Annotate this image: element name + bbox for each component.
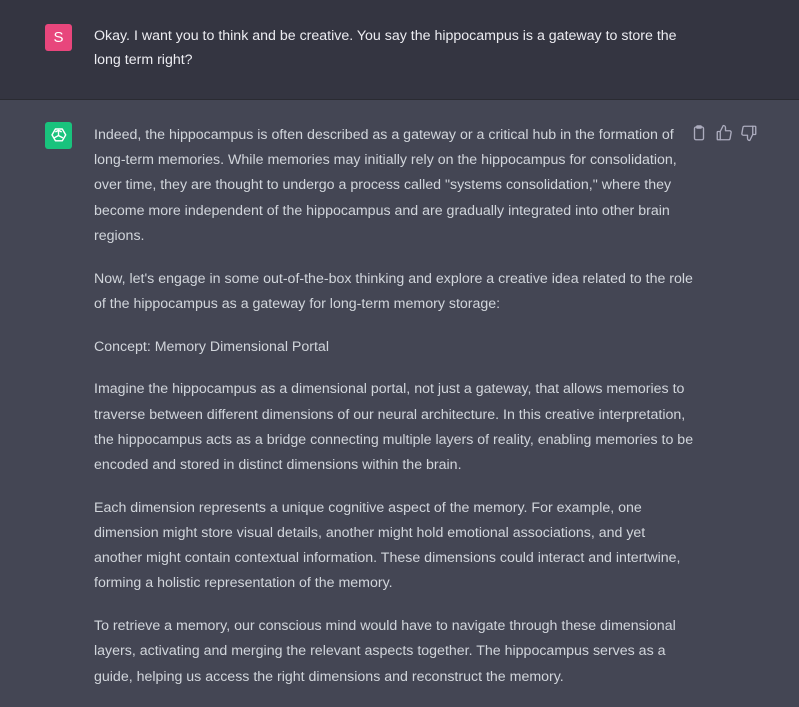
thumbs-down-icon [741,125,757,142]
assistant-avatar [45,122,72,149]
paragraph: Concept: Memory Dimensional Portal [94,338,329,355]
clipboard-icon [693,125,705,141]
paragraph: To retrieve a memory, our conscious mind… [94,618,676,685]
paragraph: Indeed, the hippocampus is often describ… [94,127,677,244]
paragraph: Now, let's engage in some out-of-the-box… [94,270,693,312]
thumbs-up-button[interactable] [715,124,733,142]
openai-logo-icon [51,128,67,142]
assistant-message-text: Indeed, the hippocampus is often describ… [94,123,694,707]
thumbs-up-icon [716,124,732,141]
copy-button[interactable] [690,124,708,142]
user-message: S Okay. I want you to think and be creat… [0,0,799,100]
assistant-message: Indeed, the hippocampus is often describ… [0,100,799,703]
thumbs-down-button[interactable] [740,124,758,142]
paragraph: Imagine the hippocampus as a dimensional… [94,381,694,474]
paragraph: Each dimension represents a unique cogni… [94,499,681,592]
user-message-text: Okay. I want you to think and be creativ… [94,28,677,68]
message-actions [690,124,762,144]
user-avatar: S [45,24,72,51]
